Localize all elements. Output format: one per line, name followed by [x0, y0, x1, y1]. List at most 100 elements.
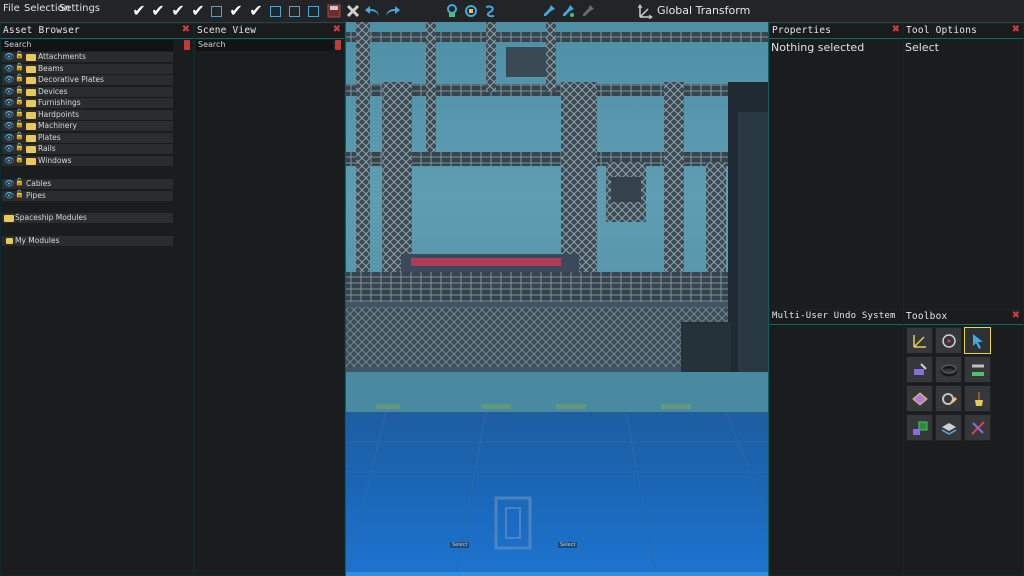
- lock-icon[interactable]: 🔓: [15, 51, 24, 59]
- global-transform-icon[interactable]: [638, 3, 654, 19]
- lock-icon[interactable]: 🔓: [15, 190, 24, 198]
- eye-icon[interactable]: 👁: [4, 144, 14, 153]
- snap-icon[interactable]: [444, 3, 460, 19]
- snap-surface-icon[interactable]: [482, 3, 498, 19]
- menu-file[interactable]: File: [3, 3, 20, 14]
- tool-options-close-icon[interactable]: ✖: [1012, 24, 1020, 35]
- folder-icon: [26, 111, 36, 119]
- toggle-7-check-icon[interactable]: ✔: [248, 3, 264, 19]
- transform-tool-icon[interactable]: [906, 327, 933, 354]
- list-item-cables[interactable]: 👁 🔓 Cables: [2, 178, 173, 189]
- lock-icon[interactable]: 🔓: [15, 86, 24, 94]
- eye-icon[interactable]: 👁: [4, 133, 14, 142]
- eye-icon[interactable]: 👁: [4, 121, 14, 130]
- viewport-select-label-1[interactable]: Select: [450, 542, 470, 548]
- save-icon[interactable]: [326, 3, 342, 19]
- eye-icon[interactable]: 👁: [4, 110, 14, 119]
- toolbox-close-icon[interactable]: ✖: [1012, 310, 1020, 321]
- wrench-tool-icon[interactable]: [964, 356, 991, 383]
- asset-folder-item[interactable]: 👁 🔓 Rails: [2, 143, 173, 154]
- close-scene-icon[interactable]: [345, 3, 361, 19]
- group-my-modules[interactable]: My Modules: [2, 236, 173, 246]
- rotate-tool-icon[interactable]: [935, 327, 962, 354]
- viewport-select-label-2[interactable]: Select: [558, 542, 578, 548]
- snap-rotate-icon[interactable]: [463, 3, 479, 19]
- asset-folder-item[interactable]: 👁 🔓 Furnishings: [2, 97, 173, 108]
- global-transform-label[interactable]: Global Transform: [657, 4, 750, 17]
- module-tool-icon[interactable]: [906, 414, 933, 441]
- asset-folder-label: Decorative Plates: [38, 75, 104, 84]
- properties-close-icon[interactable]: ✖: [892, 24, 900, 35]
- properties-header: Properties ✖: [770, 24, 903, 39]
- asset-browser-header: Asset Browser ✖: [1, 24, 193, 39]
- grid-tool-icon[interactable]: [906, 385, 933, 412]
- weld-tool-icon[interactable]: [906, 356, 933, 383]
- scene-view-close-icon[interactable]: ✖: [333, 24, 341, 35]
- lock-icon[interactable]: 🔓: [15, 63, 24, 71]
- scene-render: [346, 22, 768, 576]
- list-item-pipes[interactable]: 👁 🔓 Pipes: [2, 190, 173, 201]
- eye-icon[interactable]: 👁: [4, 191, 14, 200]
- toggle-10-box-icon[interactable]: [305, 3, 321, 19]
- layers-tool-icon[interactable]: [935, 414, 962, 441]
- pin-add-icon[interactable]: [560, 3, 576, 19]
- lock-icon[interactable]: 🔓: [15, 120, 24, 128]
- properties-empty-text: Nothing selected: [771, 41, 865, 54]
- toggle-8-box-icon[interactable]: [267, 3, 283, 19]
- folder-icon: [26, 100, 36, 107]
- brush-tool-icon[interactable]: [964, 385, 991, 412]
- toggle-4-check-icon[interactable]: ✔: [190, 3, 206, 19]
- toolbox-panel: Toolbox ✖: [903, 309, 1024, 576]
- asset-folder-label: Beams: [38, 63, 64, 73]
- select-tool-icon[interactable]: [964, 327, 991, 354]
- toggle-6-check-icon[interactable]: ✔: [228, 3, 244, 19]
- asset-folder-item[interactable]: 👁 🔓 Windows: [2, 155, 173, 166]
- 3d-viewport[interactable]: Select Select: [345, 22, 769, 576]
- lock-icon[interactable]: 🔓: [15, 74, 24, 82]
- pin-icon[interactable]: [541, 3, 557, 19]
- toggle-3-check-icon[interactable]: ✔: [170, 3, 186, 19]
- asset-folder-item[interactable]: 👁 🔓 Hardpoints: [2, 109, 173, 120]
- toolbox-header: Toolbox ✖: [904, 310, 1023, 325]
- lock-icon[interactable]: 🔓: [15, 155, 24, 163]
- undo-icon[interactable]: [364, 3, 380, 19]
- asset-trash-icon[interactable]: [184, 40, 190, 50]
- asset-browser-close-icon[interactable]: ✖: [182, 24, 190, 35]
- asset-folder-item[interactable]: 👁 🔓 Decorative Plates: [2, 74, 173, 85]
- lock-icon[interactable]: 🔓: [15, 143, 24, 151]
- asset-folder-item[interactable]: 👁 🔓 Devices: [2, 86, 173, 97]
- eye-icon[interactable]: 👁: [4, 75, 14, 84]
- asset-folder-item[interactable]: 👁 🔓 Machinery: [2, 120, 173, 131]
- asset-browser-panel: Asset Browser ✖ Search 👁 🔓 Attachments 👁 🔓 Be…: [0, 23, 194, 576]
- group-spaceship-modules[interactable]: Spaceship Modules: [2, 213, 173, 223]
- lock-icon[interactable]: 🔓: [15, 132, 24, 140]
- scene-search-input[interactable]: Search: [196, 40, 333, 51]
- paint-roller-tool-icon[interactable]: [935, 385, 962, 412]
- lock-icon[interactable]: 🔓: [15, 97, 24, 105]
- toggle-5-box-icon[interactable]: [208, 3, 224, 19]
- eye-icon[interactable]: 👁: [4, 87, 14, 96]
- redo-icon[interactable]: [385, 3, 401, 19]
- toolbox-title: Toolbox: [906, 311, 948, 322]
- toggle-9-box-icon[interactable]: [286, 3, 302, 19]
- asset-search-input[interactable]: Search: [2, 40, 173, 51]
- eye-icon[interactable]: 👁: [4, 156, 14, 165]
- asset-folder-item[interactable]: 👁 🔓 Attachments: [2, 51, 173, 62]
- pin-disabled-icon[interactable]: [580, 3, 596, 19]
- undo-system-panel: Multi-User Undo System: [769, 309, 904, 576]
- lock-icon[interactable]: 🔓: [15, 178, 24, 186]
- cut-tool-icon[interactable]: [964, 414, 991, 441]
- eye-icon[interactable]: 👁: [4, 64, 14, 73]
- eye-icon[interactable]: 👁: [4, 98, 14, 107]
- cable-tool-icon[interactable]: [935, 356, 962, 383]
- asset-folder-item[interactable]: 👁 🔓 Beams: [2, 63, 173, 74]
- eye-icon[interactable]: 👁: [4, 179, 14, 188]
- toggle-1-check-icon[interactable]: ✔: [131, 3, 147, 19]
- eye-icon[interactable]: 👁: [4, 52, 14, 61]
- scene-trash-icon[interactable]: [335, 40, 341, 50]
- lock-icon[interactable]: 🔓: [15, 109, 24, 117]
- toggle-2-check-icon[interactable]: ✔: [150, 3, 166, 19]
- folder-icon: [26, 146, 36, 153]
- asset-folder-item[interactable]: 👁 🔓 Plates: [2, 132, 173, 143]
- menu-settings[interactable]: Settings: [59, 3, 100, 14]
